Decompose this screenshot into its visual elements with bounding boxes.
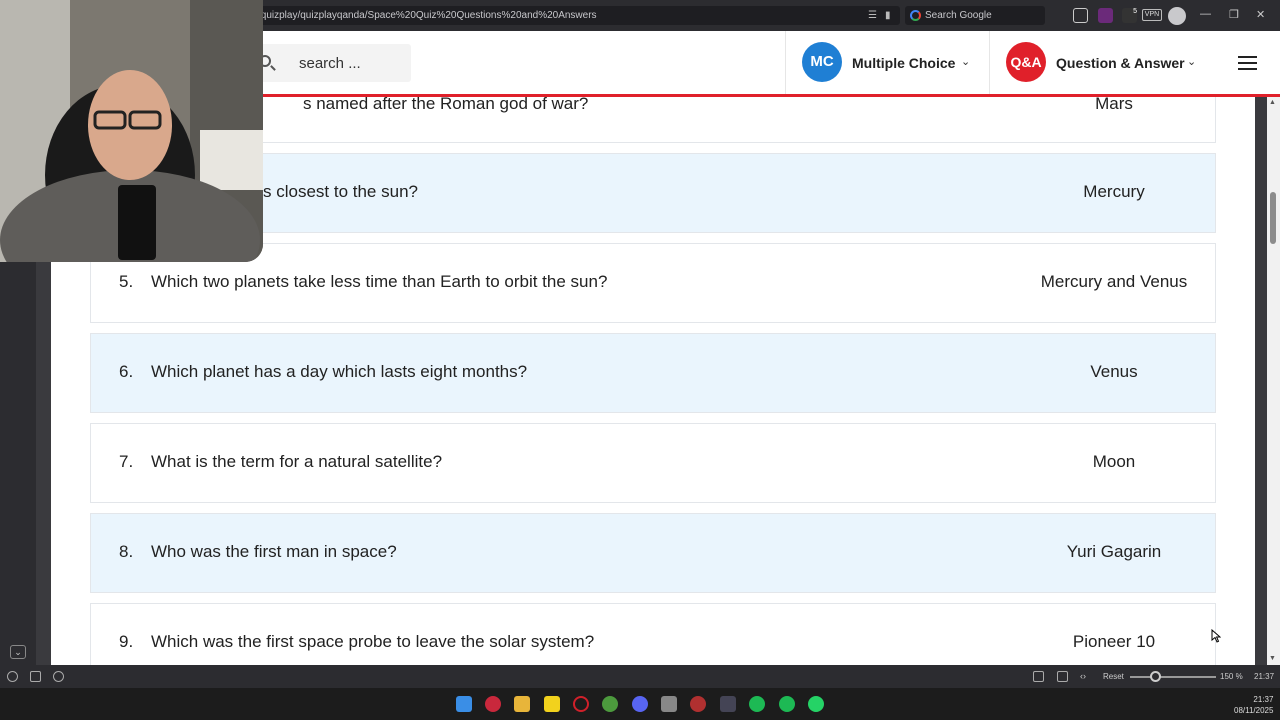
google-icon [910, 10, 921, 21]
menu-icon[interactable] [1238, 56, 1257, 70]
answer-text: Moon [1092, 452, 1136, 471]
file-explorer-icon[interactable] [514, 696, 530, 712]
header-divider [989, 31, 990, 94]
address-bar-actions: ☰ ▮ [868, 6, 898, 25]
statusbar-clock: 21:37 [1254, 672, 1275, 681]
panel-toggle-icon[interactable] [30, 671, 41, 682]
cloud-icon[interactable] [53, 671, 64, 682]
minimize-icon[interactable]: — [1200, 8, 1211, 20]
search-placeholder: search ... [299, 55, 361, 72]
opera-icon[interactable] [573, 696, 589, 712]
answer-text: Venus [1090, 362, 1138, 381]
notifications-icon[interactable]: 5 [1122, 8, 1137, 23]
whatsapp-icon[interactable] [808, 696, 824, 712]
taskbar-date: 08/11/2025 [1234, 706, 1274, 715]
chevron-down-icon: ⌄ [1187, 56, 1197, 68]
question-text: Which was the first space probe to leave… [151, 632, 595, 651]
spotify-icon[interactable] [779, 696, 795, 712]
taskbar-time: 21:37 [1253, 695, 1274, 704]
zoom-slider-handle[interactable] [1150, 671, 1161, 682]
question-text: Which planet has a day which lasts eight… [151, 362, 528, 381]
webcam-image [0, 0, 263, 262]
question-number: 6. [119, 362, 134, 381]
chrome-icon[interactable] [602, 696, 618, 712]
scroll-thumb[interactable] [1270, 192, 1276, 244]
quiz-row: 7. What is the term for a natural satell… [90, 423, 1216, 503]
bookmark-icon[interactable]: ▮ [885, 10, 891, 21]
start-icon[interactable] [456, 696, 472, 712]
scroll-up-icon[interactable]: ▲ [1269, 99, 1276, 106]
quiz-row: 9. Which was the first space probe to le… [90, 603, 1216, 665]
answer-text: Pioneer 10 [1072, 632, 1156, 651]
nav-label: Question & Answer [1056, 55, 1185, 71]
browser-search-field[interactable]: Search Google [905, 6, 1045, 25]
answer-text: Mercury and Venus [1040, 272, 1188, 291]
close-icon[interactable]: ✕ [1256, 8, 1265, 21]
question-number: 9. [119, 632, 134, 651]
page-scrollbar[interactable] [1267, 97, 1280, 665]
restore-icon[interactable]: ❐ [1229, 8, 1239, 21]
answer-text: Mercury [1083, 182, 1145, 201]
vpn-button[interactable]: VPN [1142, 9, 1162, 21]
scroll-down-icon[interactable]: ▼ [1269, 655, 1276, 662]
spotify-icon[interactable] [749, 696, 765, 712]
quiz-row: 8. Who was the first man in space? Yuri … [90, 513, 1216, 593]
settings-icon[interactable] [7, 671, 18, 682]
header-divider [785, 31, 786, 94]
browser-search-placeholder: Search Google [925, 10, 992, 21]
question-number: 8. [119, 542, 134, 561]
question-text: Who was the first man in space? [151, 542, 397, 561]
question-number: 7. [119, 452, 134, 471]
app-icon[interactable] [661, 696, 677, 712]
profile-avatar[interactable] [1168, 7, 1186, 25]
chevron-down-icon[interactable]: ⌄ [10, 645, 26, 659]
zoom-reset-button[interactable]: Reset [1103, 672, 1124, 681]
browser-statusbar: ‹› Reset 150 % 21:37 [0, 665, 1280, 688]
question-text: s named after the Roman god of war? [303, 94, 589, 113]
calendar-icon[interactable] [1073, 8, 1088, 23]
reader-icon[interactable]: ☰ [868, 10, 877, 21]
tiling-icon[interactable] [1057, 671, 1068, 682]
extension-icon[interactable] [1098, 8, 1113, 23]
app-icon[interactable] [720, 696, 736, 712]
zoom-slider[interactable] [1130, 676, 1216, 678]
question-number: 5. [119, 272, 134, 291]
qa-badge-icon: Q&A [1006, 42, 1046, 82]
zoom-level: 150 % [1220, 672, 1243, 681]
question-text: What is the term for a natural satellite… [151, 452, 443, 471]
app-icon[interactable] [690, 696, 706, 712]
quiz-row: 6. Which planet has a day which lasts ei… [90, 333, 1216, 413]
nav-label: Multiple Choice [852, 55, 956, 71]
question-text: Which two planets take less time than Ea… [151, 272, 608, 291]
discord-icon[interactable] [632, 696, 648, 712]
question-text: s closest to the sun? [263, 182, 418, 201]
capture-icon[interactable] [1033, 671, 1044, 682]
vivaldi-icon[interactable] [485, 696, 501, 712]
site-search-input[interactable]: search ... [251, 44, 411, 82]
address-bar[interactable]: /quizplay/quizplayqanda/Space%20Quiz%20Q… [250, 6, 900, 25]
answer-text: Yuri Gagarin [1066, 542, 1162, 561]
taskbar: 21:37 08/11/2025 [0, 688, 1280, 720]
chevron-down-icon: ⌄ [961, 56, 971, 68]
notification-count: 5 [1133, 8, 1137, 15]
mouse-cursor-icon [1211, 629, 1221, 643]
code-icon[interactable]: ‹› [1080, 671, 1091, 682]
answer-text: Mars [1095, 94, 1133, 113]
taskbar-clock[interactable]: 21:37 08/11/2025 [1234, 694, 1273, 716]
webcam-overlay [0, 0, 263, 262]
notes-icon[interactable] [544, 696, 560, 712]
mc-badge-icon: MC [802, 42, 842, 82]
